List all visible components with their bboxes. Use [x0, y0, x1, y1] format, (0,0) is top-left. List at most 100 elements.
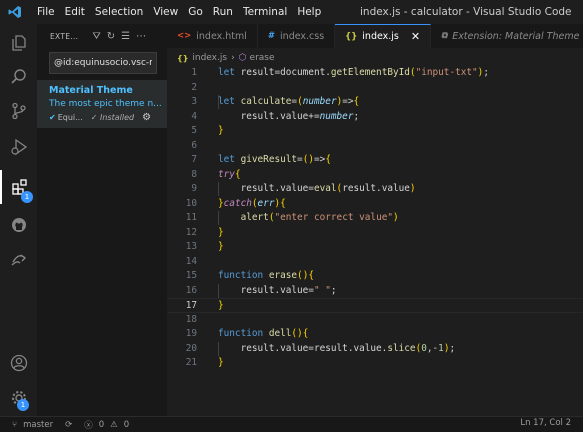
code-text[interactable]: } — [218, 226, 224, 241]
line-number: 5 — [191, 125, 197, 136]
extension-description: The most epic theme n... — [49, 99, 161, 109]
extension-search-input[interactable] — [50, 53, 156, 73]
more-actions-icon[interactable]: ⋯ — [136, 31, 146, 42]
line-number: 11 — [185, 212, 197, 223]
code-text[interactable]: try{ — [218, 168, 241, 183]
remote-explorer-icon[interactable] — [0, 242, 37, 276]
manage-badge: 1 — [17, 399, 29, 411]
git-branch-icon[interactable]: ⑂ — [12, 420, 17, 430]
github-icon[interactable] — [0, 208, 37, 242]
code-line[interactable]: 6 — [167, 139, 583, 154]
menu-file[interactable]: File — [32, 0, 60, 24]
js-file-icon: {} — [177, 53, 189, 63]
extensions-icon[interactable]: 1 — [0, 170, 37, 204]
line-number: 2 — [191, 81, 197, 93]
code-text[interactable]: let result=document.getElementById("inpu… — [218, 66, 489, 81]
clear-icon[interactable]: ☰ — [121, 31, 130, 42]
filter-icon[interactable]: ⛛ — [92, 31, 100, 42]
code-editor[interactable]: 1 let result=document.getElementById("inp… — [167, 66, 583, 416]
line-number: 21 — [185, 357, 197, 368]
menu-help[interactable]: Help — [292, 0, 326, 24]
tab-index-js[interactable]: {} index.js ✕ — [335, 24, 432, 48]
menu-selection[interactable]: Selection — [90, 0, 148, 24]
line-number: 12 — [185, 226, 197, 238]
sidebar-header: EXTE... ⛛ ↻ ☰ ⋯ — [37, 24, 167, 48]
extension-list-item[interactable]: Material Theme The most epic theme n... … — [37, 80, 167, 128]
code-line[interactable]: 11 alert("enter correct value") — [167, 211, 583, 226]
extension-settings-gear-icon[interactable]: ⚙ — [142, 112, 151, 123]
extension-search-box[interactable] — [49, 52, 157, 74]
close-icon[interactable]: ✕ — [411, 30, 420, 43]
code-line[interactable]: 3 let calculate=(number)=>{ — [167, 95, 583, 110]
menu-bar: File Edit Selection View Go Run Terminal… — [32, 0, 326, 24]
cursor-position[interactable]: Ln 17, Col 2 — [520, 418, 571, 428]
breadcrumb-file[interactable]: index.js — [192, 53, 227, 63]
code-line[interactable]: 9 result.value=eval(result.value) — [167, 182, 583, 197]
menu-run[interactable]: Run — [208, 0, 238, 24]
tab-index-html[interactable]: <> index.html — [167, 24, 258, 48]
code-text[interactable]: result.value=result.value.slice(0,-1); — [218, 342, 456, 357]
code-text[interactable]: function dell(){ — [218, 327, 308, 342]
run-debug-icon[interactable] — [0, 130, 37, 164]
code-line[interactable]: 2 — [167, 81, 583, 96]
code-line[interactable]: 13} — [167, 240, 583, 255]
tab-label: Extension: Material Theme — [452, 30, 580, 42]
breadcrumb: {} index.js › ⬡ erase — [177, 50, 275, 66]
installed-status: ✓ Installed — [90, 113, 135, 122]
account-icon[interactable] — [0, 346, 37, 380]
menu-view[interactable]: View — [148, 0, 183, 24]
code-text[interactable]: let calculate=(number)=>{ — [218, 95, 359, 110]
extension-publisher: ✔ Equi... — [49, 113, 83, 122]
error-icon[interactable]: ⓧ — [84, 419, 93, 431]
tab-extension-material-theme[interactable]: ⧉ Extension: Material Theme — [431, 24, 583, 48]
breadcrumb-symbol[interactable]: erase — [250, 53, 275, 63]
code-line[interactable]: 18 — [167, 313, 583, 328]
refresh-icon[interactable]: ↻ — [107, 31, 115, 42]
explorer-icon[interactable] — [0, 26, 37, 60]
code-line[interactable]: 7 let giveResult=()=>{ — [167, 153, 583, 168]
code-line[interactable]: 21} — [167, 356, 583, 371]
sidebar-title: EXTE... — [50, 31, 79, 41]
source-control-icon[interactable] — [0, 94, 37, 128]
warning-count[interactable]: 0 — [124, 420, 129, 430]
status-left: ⑂ master ⟳ ⓧ 0 ⚠ 0 — [12, 419, 135, 431]
sync-icon[interactable]: ⟳ — [65, 420, 72, 430]
code-text[interactable]: } — [218, 356, 224, 371]
title-bar: File Edit Selection View Go Run Terminal… — [0, 0, 583, 24]
code-line[interactable]: 12} — [167, 226, 583, 241]
search-icon[interactable] — [0, 60, 37, 94]
code-text[interactable]: result.value+=number; — [218, 110, 360, 125]
activity-bar: 1 1 — [0, 24, 37, 416]
manage-gear-icon[interactable]: 1 — [0, 381, 37, 415]
html-icon: <> — [177, 31, 192, 41]
code-text[interactable]: } — [218, 299, 224, 314]
code-line[interactable]: 15 function erase(){ — [167, 269, 583, 284]
branch-name[interactable]: master — [23, 420, 53, 430]
error-count[interactable]: 0 — [99, 420, 104, 430]
warning-icon[interactable]: ⚠ — [110, 420, 118, 430]
code-line[interactable]: 5} — [167, 124, 583, 139]
code-text[interactable]: } — [218, 240, 224, 255]
extensions-sidebar: EXTE... ⛛ ↻ ☰ ⋯ Material Theme The most … — [37, 24, 167, 416]
tab-index-css[interactable]: # index.css — [258, 24, 336, 48]
code-line[interactable]: 10}catch(err){ — [167, 197, 583, 212]
code-line[interactable]: 19 function dell(){ — [167, 327, 583, 342]
code-line[interactable]: 1 let result=document.getElementById("inp… — [167, 66, 583, 81]
code-line[interactable]: 14 — [167, 255, 583, 270]
menu-edit[interactable]: Edit — [60, 0, 90, 24]
line-number: 16 — [185, 284, 197, 296]
code-text[interactable]: }catch(err){ — [218, 197, 286, 212]
menu-terminal[interactable]: Terminal — [238, 0, 292, 24]
code-line[interactable]: 4 result.value+=number; — [167, 110, 583, 125]
code-text[interactable]: result.value=" "; — [218, 284, 337, 299]
code-line[interactable]: 8 try{ — [167, 168, 583, 183]
code-text[interactable]: result.value=eval(result.value) — [218, 182, 416, 197]
code-line[interactable]: 16 result.value=" "; — [167, 284, 583, 299]
code-text[interactable]: function erase(){ — [218, 269, 314, 284]
code-text[interactable]: } — [218, 124, 224, 139]
menu-go[interactable]: Go — [183, 0, 208, 24]
code-line[interactable]: 17} — [167, 298, 583, 313]
code-text[interactable]: let giveResult=()=>{ — [218, 153, 331, 168]
code-text[interactable]: alert("enter correct value") — [218, 211, 399, 226]
code-line[interactable]: 20 result.value=result.value.slice(0,-1)… — [167, 342, 583, 357]
